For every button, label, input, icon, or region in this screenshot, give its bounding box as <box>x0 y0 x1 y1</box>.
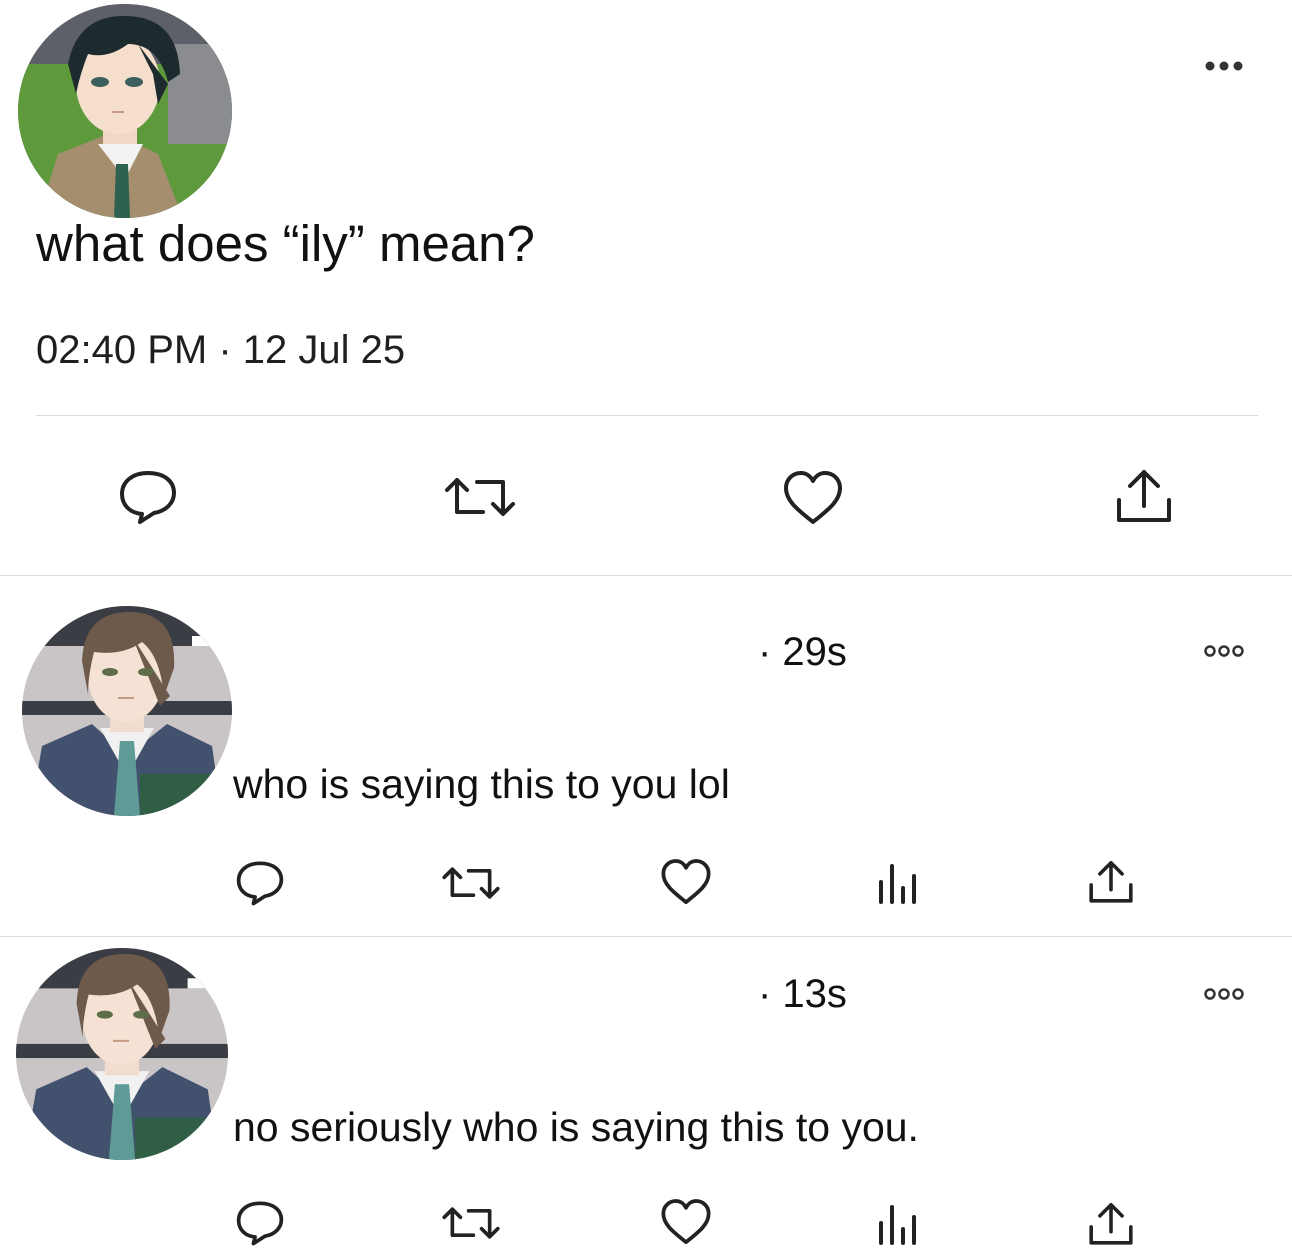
reply-text: no seriously who is saying this to you. <box>233 1104 919 1150</box>
reply-avatar[interactable] <box>22 606 232 816</box>
share-icon[interactable] <box>1088 858 1134 904</box>
repost-icon[interactable] <box>443 472 517 522</box>
like-icon[interactable] <box>782 470 844 526</box>
views-icon[interactable] <box>876 862 920 904</box>
divider <box>0 575 1292 576</box>
reply-icon[interactable] <box>235 860 285 906</box>
reply-avatar[interactable] <box>16 948 228 1160</box>
more-options-icon[interactable] <box>1204 645 1244 657</box>
author-avatar-image <box>18 4 232 218</box>
reply-time: · 13s <box>758 972 847 1016</box>
like-icon[interactable] <box>660 1198 712 1246</box>
divider <box>0 936 1292 937</box>
timestamp-separator: · <box>207 328 243 372</box>
share-icon[interactable] <box>1088 1200 1134 1246</box>
reply-avatar-image <box>16 948 228 1160</box>
more-options-icon[interactable] <box>1204 60 1244 72</box>
reply-time: · 29s <box>758 630 847 674</box>
more-options-icon[interactable] <box>1204 988 1244 1000</box>
post-date: 12 Jul 25 <box>242 328 406 372</box>
reply-text: who is saying this to you lol <box>233 761 730 807</box>
share-icon[interactable] <box>1115 466 1173 524</box>
post-timestamp: 02:40 PM · 12 Jul 25 <box>36 326 405 374</box>
views-icon[interactable] <box>876 1203 920 1245</box>
reply-icon[interactable] <box>118 469 178 525</box>
divider <box>36 415 1258 416</box>
like-icon[interactable] <box>660 858 712 906</box>
reply-icon[interactable] <box>235 1200 285 1246</box>
post-time: 02:40 PM <box>36 328 208 372</box>
reply-avatar-image <box>22 606 232 816</box>
repost-icon[interactable] <box>441 862 501 904</box>
post-text: what does “ily” mean? <box>36 215 535 272</box>
repost-icon[interactable] <box>441 1202 501 1244</box>
author-avatar[interactable] <box>18 4 232 218</box>
